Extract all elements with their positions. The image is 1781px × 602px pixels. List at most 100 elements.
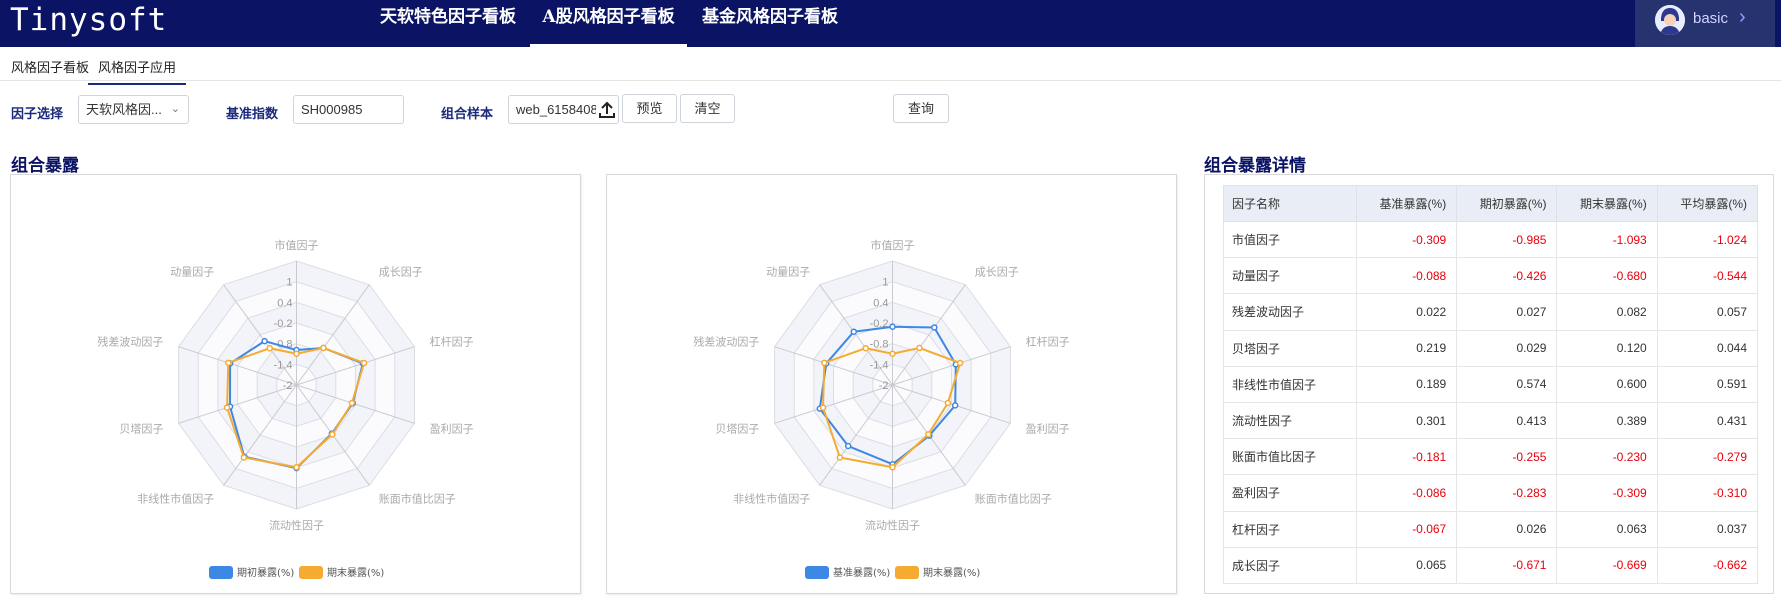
factor-name-cell: 杠杆因子 [1223,510,1357,548]
user-menu[interactable]: basic › [1635,0,1775,47]
table-header-cell: 平均暴露(%) [1656,185,1759,222]
radar-panel-1: 1 0.4 -0.2 -0.8 -1.4 -2 市值因子 成长因子 杠杆因子 盈利因子 账面市值比因… [10,174,581,594]
radar-indicator-label: 杠杆因子 [430,335,474,349]
radar-chart-1: 10.4-0.2-0.8-1.4-2市值因子成长因子杠杆因子盈利因子账面市值比因… [97,238,474,579]
factor-name-cell: 非线性市值因子 [1223,365,1357,403]
username: basic [1693,10,1729,27]
radar-indicator-label: 残差波动因子 [693,335,759,349]
radar-data-point [293,464,300,471]
exposure-value-cell: -1.024 [1656,220,1759,259]
table-header-cell: 期末暴露(%) [1556,185,1658,222]
radar-data-point [266,344,274,352]
radar-data-point [850,328,858,335]
factor-name-cell: 账面市值比因子 [1223,438,1357,476]
portfolio-sample-label: 组合样本 [441,106,494,121]
radar-indicator-label: 非线性市值因子 [137,491,214,505]
table-header-cell: 因子名称 [1223,185,1357,222]
radar-data-point [925,431,932,438]
factor-select[interactable]: 天软风格因... ⌄ [78,95,189,124]
exposure-value-cell: 0.027 [1456,293,1558,331]
exposure-value-cell: -0.544 [1656,257,1759,295]
table-row: 流动性因子 0.301 0.413 0.389 0.431 [1223,401,1759,440]
radar-indicator-label: 残差波动因子 [97,335,163,349]
radar-axis-tick-label: 0.4 [277,297,292,309]
radar-data-point [293,350,300,358]
exposure-value-cell: 0.037 [1656,510,1759,548]
radar-axis-tick-label: 1 [286,277,292,289]
radar-data-point [836,454,844,461]
legend-label: 期末暴露(%) [923,566,980,579]
subtab-style-board[interactable]: 风格因子看板 [11,57,89,76]
table-row: 贝塔因子 0.219 0.029 0.120 0.044 [1223,329,1759,367]
factor-select-label: 因子选择 [11,106,64,121]
radar-axis-tick-label: -2 [879,380,889,392]
nav-tab-a-share-style[interactable]: A股风格因子看板 [530,0,687,47]
exposure-value-cell: -0.671 [1456,546,1558,584]
radar-indicator-label: 贝塔因子 [715,422,759,435]
radar-data-point [821,359,828,367]
radar-data-point [889,350,896,358]
table-row: 成长因子 0.065 -0.671 -0.669 -0.662 [1223,546,1759,584]
portfolio-sample-value: web_6158408 [516,102,598,117]
radar-data-point [956,359,964,367]
radar-indicator-label: 杠杆因子 [1026,335,1070,349]
radar-panel-2: 1 0.4 -0.2 -0.8 -1.4 -2 市值因子 成长因子 杠杆因子 盈利因子 账面市值比因… [606,174,1177,594]
exposure-value-cell: 0.591 [1656,365,1759,403]
exposure-value-cell: -0.680 [1556,257,1658,295]
radar-axis-tick-label: 0.4 [873,297,888,309]
radar-indicator-label: 盈利因子 [430,422,474,435]
legend-label: 基准暴露(%) [833,566,890,579]
factor-name-cell: 成长因子 [1223,546,1357,584]
clear-button[interactable]: 清空 [680,94,735,123]
legend-swatch [209,566,233,579]
exposure-value-cell: -0.310 [1656,474,1759,512]
table-row: 残差波动因子 0.022 0.027 0.082 0.057 [1223,293,1759,331]
radar-indicator-label: 市值因子 [871,238,915,252]
radar-indicator-label: 账面市值比因子 [975,491,1052,505]
legend-label: 期初暴露(%) [237,566,294,579]
app-logo: Tinysoft [10,2,168,38]
radar-indicator-label: 动量因子 [170,266,214,279]
table-row: 账面市值比因子 -0.181 -0.255 -0.230 -0.279 [1223,438,1759,476]
table-row: 动量因子 -0.088 -0.426 -0.680 -0.544 [1223,257,1759,295]
exposure-value-cell: 0.026 [1456,510,1558,548]
exposure-value-cell: 0.413 [1456,401,1558,440]
radar-data-point [931,324,938,331]
legend-swatch [895,566,919,579]
exposure-detail-panel: 因子名称 基准暴露(%) 期初暴露(%) 期末暴露(%) 平均暴露(%) 市值因子 -0.… [1204,174,1774,594]
section-title-exposure: 组合暴露 [11,156,79,175]
table-header-row: 因子名称 基准暴露(%) 期初暴露(%) 期末暴露(%) 平均暴露(%) [1223,185,1759,222]
radar-indicator-label: 成长因子 [379,266,423,279]
legend-label: 期末暴露(%) [327,566,384,579]
radar-axis-tick-label: -1.4 [274,359,293,371]
upload-icon[interactable] [596,99,618,121]
radar-data-point [916,344,923,352]
factor-select-value: 天软风格因... [86,102,162,117]
chevron-right-icon: › [1739,6,1746,28]
nav-tab-tinysoft-factors[interactable]: 天软特色因子看板 [372,0,524,47]
query-button[interactable]: 查询 [893,94,949,123]
benchmark-index-input[interactable]: SH000985 [293,95,404,124]
exposure-value-cell: -0.283 [1456,474,1558,512]
top-nav-bar: Tinysoft 天软特色因子看板 A股风格因子看板 基金风格因子看板 basi… [0,0,1781,47]
exposure-value-cell: 0.029 [1456,329,1558,367]
exposure-value-cell: -0.309 [1556,474,1658,512]
radar-chart-2: 10.4-0.2-0.8-1.4-2市值因子成长因子杠杆因子盈利因子账面市值比因… [693,238,1070,579]
exposure-value-cell: 0.600 [1556,365,1658,403]
radar-data-point [844,442,852,450]
table-row: 市值因子 -0.309 -0.985 -1.093 -1.024 [1223,220,1759,259]
nav-tab-fund-style[interactable]: 基金风格因子看板 [694,0,846,47]
exposure-value-cell: 0.044 [1656,329,1759,367]
exposure-value-cell: -0.181 [1355,438,1458,476]
radar-data-point [819,404,827,411]
factor-name-cell: 市值因子 [1223,220,1357,259]
preview-button[interactable]: 预览 [622,94,677,123]
exposure-value-cell: 0.022 [1355,293,1458,331]
avatar [1655,5,1685,35]
table-row: 盈利因子 -0.086 -0.283 -0.309 -0.310 [1223,474,1759,512]
subtab-style-application[interactable]: 风格因子应用 [88,57,187,85]
legend-swatch [299,566,323,579]
radar-data-point [944,399,952,407]
radar-data-point [889,464,896,471]
exposure-value-cell: 0.063 [1556,510,1658,548]
